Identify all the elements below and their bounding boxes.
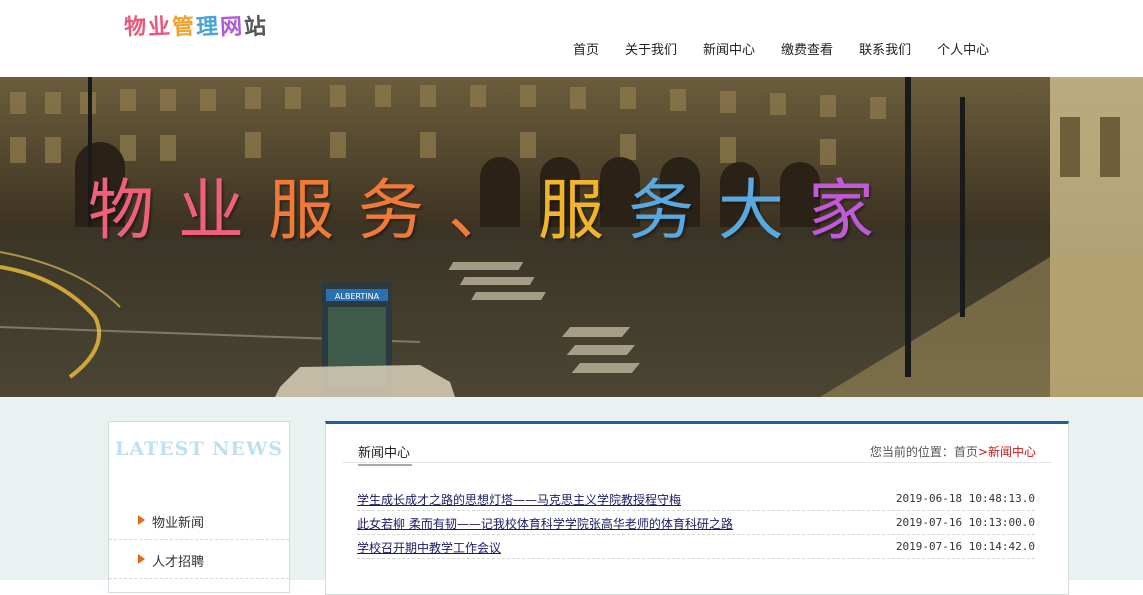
news-date: 2019-07-16 10:14:42.0	[895, 540, 1035, 553]
triangle-right-icon	[138, 554, 145, 564]
news-link[interactable]: 此女若柳 柔而有韧——记我校体育科学学院张高华老师的体育科研之路	[357, 515, 733, 532]
slogan-char: 大	[718, 172, 808, 249]
breadcrumb: 您当前的位置：首页>新闻中心	[870, 443, 1036, 460]
breadcrumb-current: 新闻中心	[987, 445, 1036, 459]
nav-home[interactable]: 首页	[573, 39, 599, 58]
slogan-char: 务	[628, 172, 718, 249]
sidebar-title: LATEST NEWS	[114, 438, 284, 460]
content-area: LATEST NEWS 物业新闻 人才招聘 新闻中心 您当前的位置：首页>新闻中…	[0, 397, 1143, 595]
news-link[interactable]: 学生成长成才之路的思想灯塔——马克思主义学院教授程守梅	[357, 491, 681, 508]
sidebar-item-label: 人才招聘	[152, 555, 205, 570]
nav-news[interactable]: 新闻中心	[703, 39, 755, 58]
news-date: 2019-07-16 10:13:00.0	[895, 516, 1035, 529]
site-logo[interactable]: 物业管理网站	[123, 9, 269, 41]
slogan-char: 务	[358, 172, 448, 249]
sidebar-item-label: 物业新闻	[152, 516, 205, 531]
nav-profile[interactable]: 个人中心	[937, 39, 989, 58]
hero-banner: ALBERTINA 物业服务、服务大家	[0, 77, 1143, 397]
slogan-char: 服	[538, 172, 628, 249]
slogan-char: 家	[808, 172, 898, 249]
breadcrumb-prefix: 您当前的位置：	[869, 445, 954, 459]
nav-payment[interactable]: 缴费查看	[781, 39, 833, 58]
nav-about[interactable]: 关于我们	[625, 39, 677, 58]
news-row: 学生成长成才之路的思想灯塔——马克思主义学院教授程守梅 2019-06-18 1…	[357, 487, 1035, 511]
news-link[interactable]: 学校召开期中教学工作会议	[357, 539, 501, 556]
header: 物业管理网站 首页 关于我们 新闻中心 缴费查看 联系我们 个人中心	[0, 0, 1143, 77]
slogan-char: 物	[88, 172, 178, 249]
news-date: 2019-06-18 10:48:13.0	[895, 492, 1035, 505]
slogan-char: 、	[448, 172, 538, 249]
main-nav: 首页 关于我们 新闻中心 缴费查看 联系我们 个人中心	[560, 39, 1002, 58]
logo-char: 网	[219, 14, 245, 41]
kiosk-sign-text: ALBERTINA	[335, 292, 380, 301]
breadcrumb-separator: >	[977, 445, 988, 459]
news-panel-header: 新闻中心 您当前的位置：首页>新闻中心	[342, 442, 1052, 466]
triangle-right-icon	[138, 515, 145, 525]
logo-char: 物	[123, 14, 149, 41]
sidebar-item-property-news[interactable]: 物业新闻	[109, 501, 289, 540]
slogan-char: 业	[178, 172, 268, 249]
slogan-char: 服	[268, 172, 358, 249]
logo-char: 站	[243, 14, 269, 41]
logo-char: 业	[147, 14, 173, 41]
logo-char: 管	[171, 14, 197, 41]
news-row: 学校召开期中教学工作会议 2019-07-16 10:14:42.0	[357, 535, 1035, 559]
breadcrumb-home-link[interactable]: 首页	[954, 445, 978, 459]
news-panel: 新闻中心 您当前的位置：首页>新闻中心 学生成长成才之路的思想灯塔——马克思主义…	[325, 421, 1069, 595]
sidebar: LATEST NEWS 物业新闻 人才招聘	[108, 421, 290, 593]
news-row: 此女若柳 柔而有韧——记我校体育科学学院张高华老师的体育科研之路 2019-07…	[357, 511, 1035, 535]
nav-contact[interactable]: 联系我们	[859, 39, 911, 58]
sidebar-item-recruitment[interactable]: 人才招聘	[109, 540, 289, 579]
logo-char: 理	[195, 14, 221, 41]
panel-title: 新闻中心	[358, 442, 413, 466]
banner-slogan: 物业服务、服务大家	[88, 157, 898, 253]
